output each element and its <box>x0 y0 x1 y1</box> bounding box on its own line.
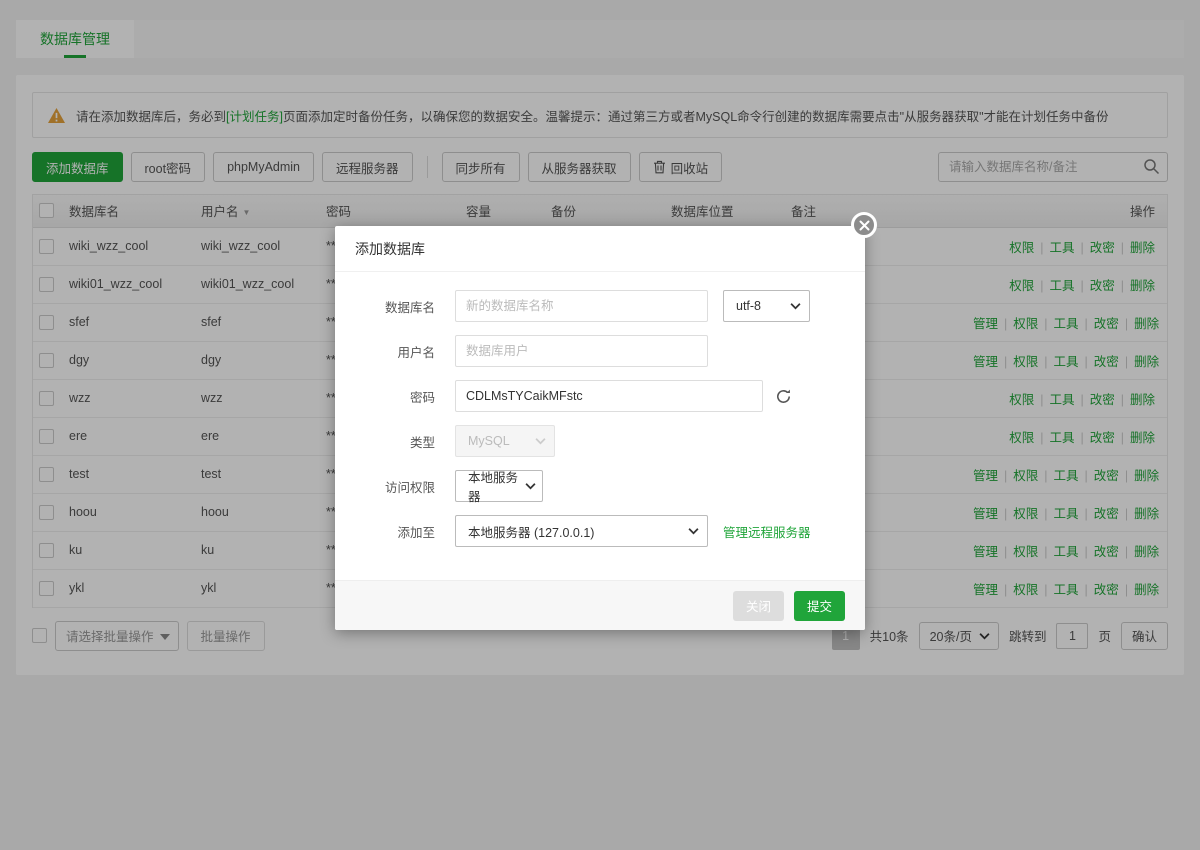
addto-server-value: 本地服务器 (127.0.0.1) <box>468 522 594 541</box>
username-label: 用户名 <box>335 342 435 361</box>
chevron-down-icon <box>790 303 801 310</box>
access-permission-select[interactable]: 本地服务器 <box>455 470 543 502</box>
password-label: 密码 <box>335 387 435 406</box>
password-field-row: 密码 <box>335 380 865 412</box>
password-input[interactable] <box>455 380 763 412</box>
regenerate-password-icon[interactable] <box>775 388 792 405</box>
manage-remote-server-link[interactable]: 管理远程服务器 <box>723 522 811 541</box>
chevron-down-icon <box>688 528 699 535</box>
username-field-row: 用户名 <box>335 335 865 367</box>
chevron-down-icon <box>535 438 546 445</box>
dbname-field-row: 数据库名 utf-8 <box>335 290 865 322</box>
addto-server-select[interactable]: 本地服务器 (127.0.0.1) <box>455 515 708 547</box>
modal-body: 数据库名 utf-8 用户名 密码 类型 MySQL <box>335 272 865 568</box>
type-label: 类型 <box>335 432 435 451</box>
modal-submit-button[interactable]: 提交 <box>794 591 845 621</box>
addto-field-row: 添加至 本地服务器 (127.0.0.1) 管理远程服务器 <box>335 515 865 547</box>
charset-value: utf-8 <box>736 299 761 313</box>
addto-label: 添加至 <box>335 522 435 541</box>
chevron-down-icon <box>525 483 536 490</box>
dbname-input[interactable] <box>455 290 708 322</box>
modal-title: 添加数据库 <box>335 226 865 272</box>
add-database-modal: 添加数据库 数据库名 utf-8 用户名 密码 类型 MySQL <box>335 226 865 630</box>
access-permission-value: 本地服务器 <box>468 467 518 505</box>
username-input[interactable] <box>455 335 708 367</box>
charset-select[interactable]: utf-8 <box>723 290 810 322</box>
db-type-value: MySQL <box>468 434 510 448</box>
access-label: 访问权限 <box>335 477 435 496</box>
modal-close-icon[interactable] <box>851 212 877 238</box>
db-type-select: MySQL <box>455 425 555 457</box>
modal-close-button[interactable]: 关闭 <box>733 591 784 621</box>
modal-footer: 关闭 提交 <box>335 580 865 630</box>
access-field-row: 访问权限 本地服务器 <box>335 470 865 502</box>
type-field-row: 类型 MySQL <box>335 425 865 457</box>
dbname-label: 数据库名 <box>335 297 435 316</box>
